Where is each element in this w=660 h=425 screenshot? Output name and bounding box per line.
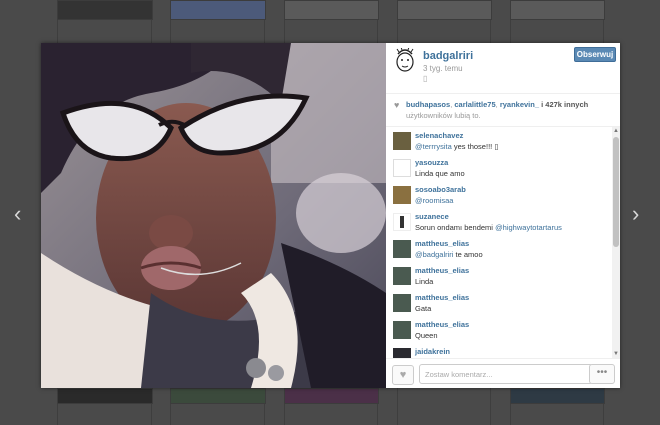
scroll-down-icon[interactable]: ▼ xyxy=(613,351,619,357)
commenter-avatar[interactable] xyxy=(393,159,411,177)
comment-username[interactable]: jaidakrein xyxy=(415,347,450,356)
comments-scrollbar[interactable]: ▲ ▼ xyxy=(612,127,620,358)
liker-username[interactable]: carlalittle75 xyxy=(454,100,495,109)
background-thumbnail[interactable] xyxy=(57,0,153,20)
comment-text: Linda xyxy=(415,277,434,286)
comment-item: selenachavez @terrrysita yes those!!! ▯ xyxy=(386,129,612,156)
comment-username[interactable]: sosoabo3arab xyxy=(415,185,466,194)
likes-text: budhapasos, carlalittle75, ryankevin_ i … xyxy=(406,100,589,120)
comment-username[interactable]: mattheus_elias xyxy=(415,266,469,275)
comment-item: mattheus_elias Linda xyxy=(386,264,612,291)
commenter-avatar[interactable] xyxy=(393,240,411,258)
comment-text: Queen xyxy=(415,331,438,340)
next-post-chevron-right-icon[interactable]: › xyxy=(632,203,639,225)
comment-item: mattheus_elias Queen xyxy=(386,318,612,345)
background-thumbnail[interactable] xyxy=(284,388,379,404)
more-options-icon[interactable]: ••• xyxy=(589,364,615,384)
post-side-panel: badgalriri 3 tyg. temu ▯ Obserwuj ♥ budh… xyxy=(386,43,620,388)
commenter-avatar[interactable] xyxy=(393,213,411,231)
comment-username[interactable]: mattheus_elias xyxy=(415,293,469,302)
post-header: badgalriri 3 tyg. temu ▯ Obserwuj xyxy=(386,43,620,94)
comment-text: @terrrysita yes those!!! ▯ xyxy=(415,142,499,151)
comment-text: @roomisaa xyxy=(415,196,453,205)
background-thumbnail[interactable] xyxy=(510,0,605,20)
post-timestamp[interactable]: 3 tyg. temu xyxy=(423,64,463,73)
previous-post-chevron-left-icon[interactable]: ‹ xyxy=(14,203,21,225)
comment-mention[interactable]: @roomisaa xyxy=(415,196,453,205)
author-avatar[interactable] xyxy=(394,46,416,76)
comment-text: @badgalriri te amoo xyxy=(415,250,483,259)
comments-list: selenachavez @terrrysita yes those!!! ▯ … xyxy=(386,127,612,358)
comment-text: Linda que amo xyxy=(415,169,465,178)
follow-button[interactable]: Obserwuj xyxy=(574,47,616,62)
comment-footer: ♥ ••• xyxy=(386,358,620,389)
background-thumbnail[interactable] xyxy=(57,388,153,404)
post-modal: badgalriri 3 tyg. temu ▯ Obserwuj ♥ budh… xyxy=(41,43,620,388)
comment-item: suzanece Sorun ondamı bendemi @highwayto… xyxy=(386,210,612,237)
likes-count[interactable]: i 427k innych xyxy=(541,100,588,109)
background-thumbnail[interactable] xyxy=(170,0,266,20)
likes-summary: ♥ budhapasos, carlalittle75, ryankevin_ … xyxy=(386,94,620,127)
commenter-avatar[interactable] xyxy=(393,186,411,204)
comment-item: yasouzza Linda que amo xyxy=(386,156,612,183)
background-thumbnail[interactable] xyxy=(284,0,379,20)
comment-username[interactable]: yasouzza xyxy=(415,158,448,167)
comment-username[interactable]: mattheus_elias xyxy=(415,320,469,329)
commenter-avatar[interactable] xyxy=(393,132,411,150)
liker-username[interactable]: budhapasos xyxy=(406,100,450,109)
heart-icon: ♥ xyxy=(394,100,400,110)
comment-mention[interactable]: @highwaytotartarus xyxy=(495,223,562,232)
comment-input[interactable] xyxy=(419,364,593,384)
comment-item: mattheus_elias Gata xyxy=(386,291,612,318)
likes-suffix: użytkowników lubią to. xyxy=(406,111,481,120)
scrollbar-thumb[interactable] xyxy=(613,137,619,247)
comment-text: Sorun ondamı bendemi @highwaytotartarus xyxy=(415,223,562,232)
comment-username[interactable]: mattheus_elias xyxy=(415,239,469,248)
commenter-avatar[interactable] xyxy=(393,267,411,285)
comment-username[interactable]: selenachavez xyxy=(415,131,463,140)
scroll-up-icon[interactable]: ▲ xyxy=(613,128,619,134)
comment-item: jaidakrein xyxy=(386,345,612,358)
comment-item: sosoabo3arab @roomisaa xyxy=(386,183,612,210)
background-thumbnail[interactable] xyxy=(170,388,266,404)
commenter-avatar[interactable] xyxy=(393,348,411,358)
author-username[interactable]: badgalriri xyxy=(423,50,473,62)
post-photo[interactable] xyxy=(41,43,386,388)
comment-username[interactable]: suzanece xyxy=(415,212,449,221)
liker-username[interactable]: ryankevin_ xyxy=(500,100,539,109)
commenter-avatar[interactable] xyxy=(393,294,411,312)
comment-text: Gata xyxy=(415,304,432,313)
comment-mention[interactable]: @badgalriri xyxy=(415,250,453,259)
comment-item: mattheus_elias @badgalriri te amoo xyxy=(386,237,612,264)
background-thumbnail[interactable] xyxy=(510,388,605,404)
commenter-avatar[interactable] xyxy=(393,321,411,339)
like-button-heart-icon[interactable]: ♥ xyxy=(392,365,414,385)
comment-mention[interactable]: @terrrysita xyxy=(415,142,452,151)
background-thumbnail[interactable] xyxy=(397,0,492,20)
post-location-glyph: ▯ xyxy=(423,74,428,83)
